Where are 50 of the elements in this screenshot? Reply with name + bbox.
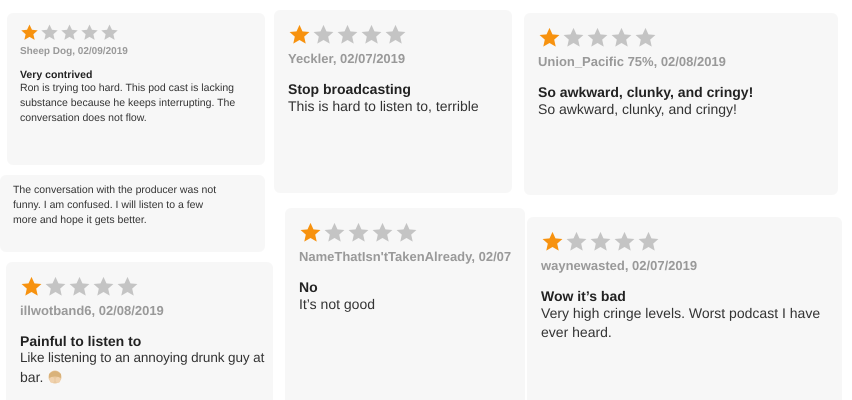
star-icon — [312, 23, 335, 45]
star-icon — [610, 26, 633, 48]
review-text: Ron is trying too hard. This pod cast is lacking substance because he keeps interrupting. The conversation does not flow. — [20, 81, 236, 126]
star-icon — [92, 275, 115, 297]
star-icon — [360, 23, 383, 45]
star-icon — [565, 230, 588, 252]
star-icon — [395, 221, 418, 243]
review-text: It’s not good — [299, 295, 376, 314]
star-icon — [586, 26, 609, 48]
star-icon — [100, 23, 119, 41]
star-icon — [613, 230, 636, 252]
star-icon — [589, 230, 612, 252]
star-icon — [384, 23, 407, 45]
review-title: Stop broadcasting — [288, 81, 411, 97]
review-text: bar. — [20, 368, 44, 387]
star-icon — [44, 275, 67, 297]
review-author: illwotband6, 02/08/2019 — [20, 303, 164, 318]
star-icon — [40, 23, 59, 41]
review-text: This is hard to listen to, terrible — [288, 97, 480, 116]
review-title: Very contrived — [20, 69, 92, 81]
star-icon — [347, 221, 370, 243]
review-author: Sheep Dog, 02/09/2019 — [20, 46, 128, 57]
star-icon — [288, 23, 311, 45]
review-text: So awkward, clunky, and cringy! — [538, 100, 738, 119]
star-icon — [541, 230, 564, 252]
star-icon — [20, 23, 39, 41]
review-text: Very high cringe levels. Worst podcast I have ever heard. — [541, 304, 822, 342]
star-icon — [60, 23, 79, 41]
star-icon — [634, 26, 657, 48]
star-icon — [20, 275, 43, 297]
star-icon — [323, 221, 346, 243]
star-icon — [371, 221, 394, 243]
star-icon — [299, 221, 322, 243]
review-title: So awkward, clunky, and cringy! — [538, 84, 754, 100]
star-icon — [80, 23, 99, 41]
review-author: waynewasted, 02/07/2019 — [541, 258, 698, 273]
review-title: No — [299, 279, 318, 295]
review-author: NameThatIsn'tTakenAlready, 02/07 — [299, 249, 512, 264]
review-text: The conversation with the producer was not funny. I am confused. I will listen to a few more and hope it gets better. — [13, 183, 218, 228]
review-title: Wow it’s bad — [541, 288, 626, 304]
star-icon — [562, 26, 585, 48]
review-author: Yeckler, 02/07/2019 — [288, 51, 406, 66]
review-title: Painful to listen to — [20, 333, 142, 349]
star-icon — [68, 275, 91, 297]
star-icon — [116, 275, 139, 297]
review-author: Union_Pacific 75%, 02/08/2019 — [538, 54, 726, 69]
star-icon — [336, 23, 359, 45]
review-text: Like listening to an annoying drunk guy at — [20, 349, 264, 367]
star-icon — [538, 26, 561, 48]
star-icon — [637, 230, 660, 252]
